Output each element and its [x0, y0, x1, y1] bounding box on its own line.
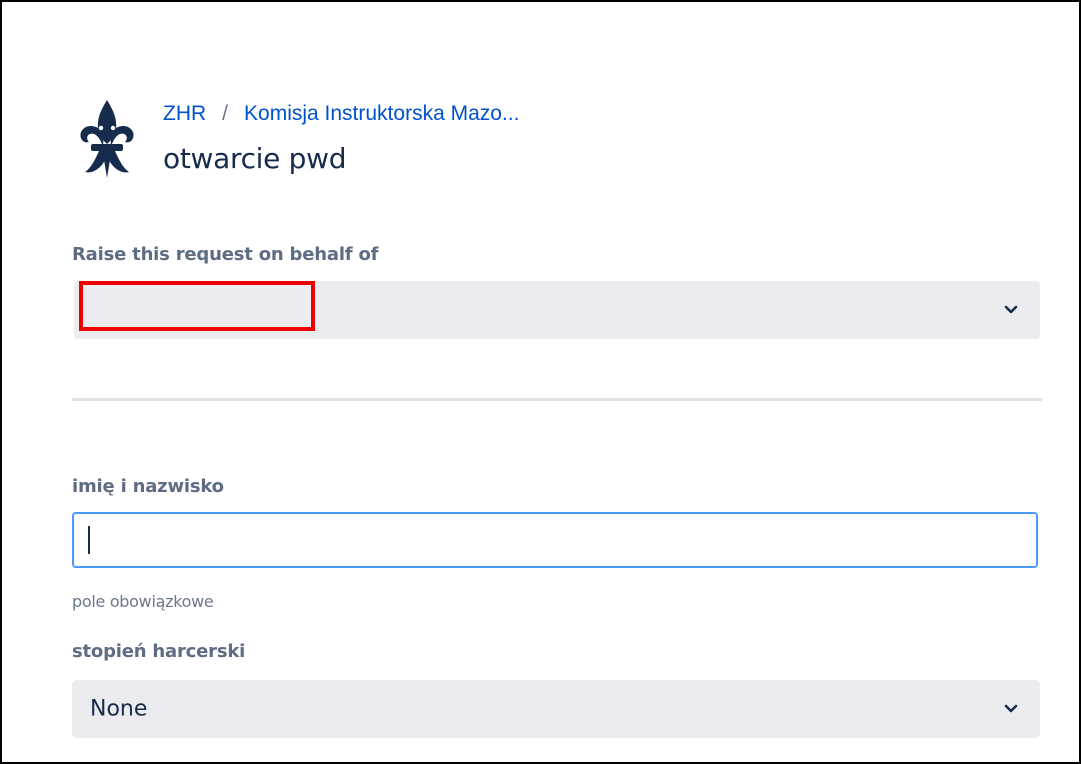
rank-select-value: None: [90, 696, 148, 722]
on-behalf-select[interactable]: [74, 281, 1040, 339]
breadcrumb-separator: /: [222, 102, 229, 125]
chevron-down-icon: [1004, 704, 1018, 713]
name-field-helper: pole obowiązkowe: [72, 592, 214, 611]
breadcrumb-link-zhr[interactable]: ZHR: [163, 100, 206, 128]
page-title: otwarcie pwd: [163, 142, 347, 175]
page-frame: ZHR / Komisja Instruktorska Mazo... otwa…: [0, 0, 1081, 764]
text-caret: [88, 526, 90, 554]
portal-header: ZHR / Komisja Instruktorska Mazo... otwa…: [79, 98, 519, 182]
on-behalf-label: Raise this request on behalf of: [72, 244, 379, 265]
breadcrumb: ZHR / Komisja Instruktorska Mazo...: [163, 100, 519, 128]
breadcrumb-link-project[interactable]: Komisja Instruktorska Mazo...: [244, 100, 519, 128]
fleur-de-lis-icon: [79, 98, 135, 182]
redaction-box: [79, 281, 315, 331]
rank-field-label: stopień harcerski: [72, 641, 246, 662]
rank-select[interactable]: None: [72, 680, 1040, 738]
chevron-down-icon: [1004, 305, 1018, 314]
name-field-label: imię i nazwisko: [72, 476, 224, 497]
name-input[interactable]: [72, 512, 1038, 568]
section-divider: [72, 398, 1042, 401]
